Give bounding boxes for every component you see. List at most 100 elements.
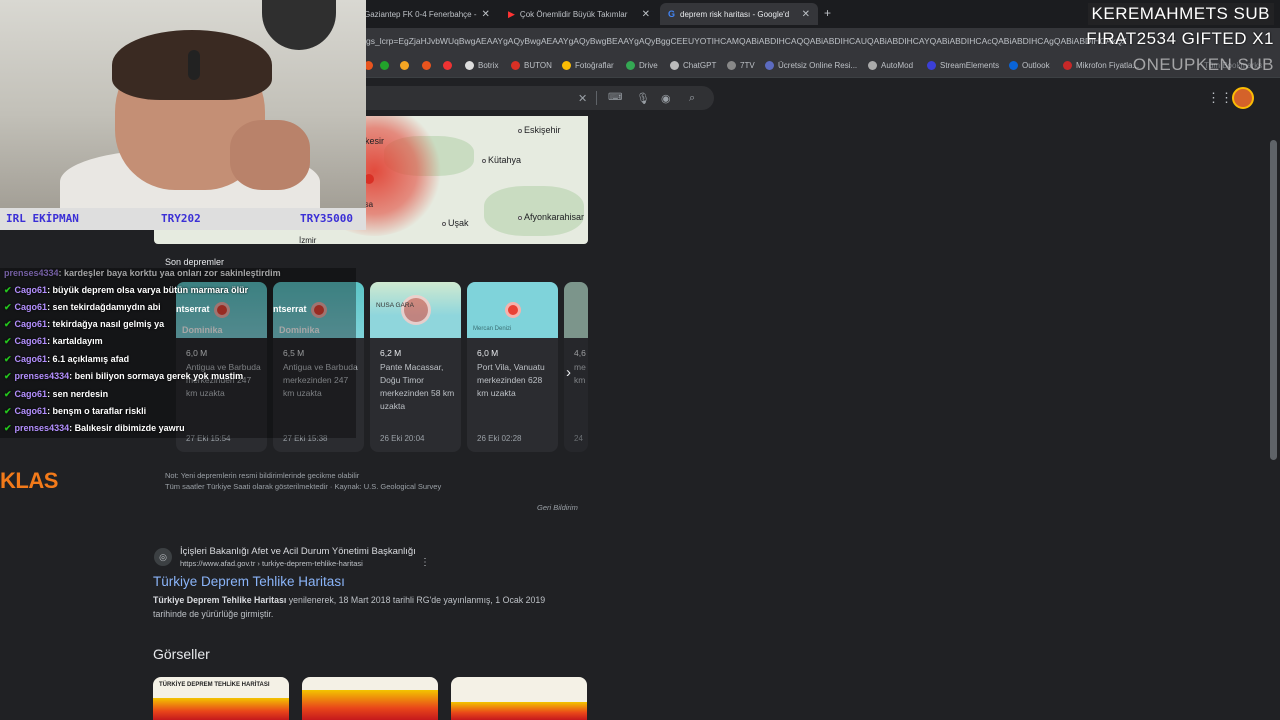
recent-quakes-title: Son depremler	[165, 257, 225, 267]
donation-current: TRY202	[161, 212, 201, 225]
clear-icon[interactable]: ✕	[578, 92, 587, 105]
quake-magnitude: 6,0 M	[477, 348, 499, 358]
keyboard-icon[interactable]: ⌨	[608, 92, 622, 103]
chat-message: ✔ prenses4334: beni biliyon sormaya gerek…	[4, 371, 244, 381]
bookmark-mikrofon[interactable]: Mikrofon Fiyatla...	[1063, 61, 1139, 70]
chat-message: ✔ Cago61: tekirdağya nasıl gelmiş ya	[4, 319, 165, 329]
chat-message: ✔ Cago61: sen tekirdağdamıydın abi	[4, 302, 161, 312]
map-label-fragment: ntserrat	[176, 304, 210, 314]
map-label-fragment: kesir	[365, 136, 385, 146]
sub-alert: KEREMAHMETS SUB	[1087, 3, 1274, 25]
tab-google-search[interactable]: G deprem risk haritası - Google'd ✕	[660, 3, 818, 25]
url-field[interactable]: gs_lcrp=EgZjaHJvbWUqBwgAEAAYgAQyBwgAEAAY…	[366, 36, 1126, 46]
quake-location: Port Vila, Vanuatu merkezinden 628 km uz…	[477, 362, 545, 398]
images-heading: Görseller	[153, 646, 210, 662]
bookmark-fotograflar[interactable]: Fotoğraflar	[562, 61, 614, 70]
quake-source: Tüm saatler Türkiye Saati olarak gösteri…	[165, 482, 442, 491]
quake-location: Pante Macassar, Doğu Timor merkezinden 5…	[380, 362, 455, 411]
site-favicon-icon[interactable]: ◎	[154, 548, 172, 566]
gift-alert: FIRAT2534 GIFTED X1	[1086, 29, 1274, 48]
headphones	[188, 50, 200, 80]
quake-magnitude: 6,2 M	[380, 348, 402, 358]
result-title-link[interactable]: Türkiye Deprem Tehlike Haritası	[153, 574, 345, 589]
tab-label: Gaziantep FK 0-4 Fenerbahçe -	[364, 9, 477, 19]
microphone-icon[interactable]: 🎙	[636, 92, 650, 105]
close-icon[interactable]: ✕	[482, 9, 490, 20]
city-eskisehir: Eskişehir	[518, 125, 561, 135]
sub-alert-faded: ONEUPKEN SUB	[1132, 55, 1274, 74]
divider	[596, 91, 597, 105]
tab-label: deprem risk haritası - Google'd	[680, 9, 790, 19]
donation-goal-label: IRL EKİPMAN	[6, 212, 79, 225]
quake-location: me km	[574, 362, 586, 385]
image-caption: TÜRKİYE DEPREM TEHLİKE HARİTASI	[159, 682, 270, 688]
hazard-band	[451, 702, 587, 720]
bookmark-outlook[interactable]: Outlook	[1009, 61, 1050, 70]
city-usak: Uşak	[442, 218, 469, 228]
bookmark-7tv[interactable]: 7TV	[727, 61, 755, 70]
result-breadcrumb[interactable]: https://www.afad.gov.tr › turkiye-deprem…	[180, 559, 363, 568]
more-options-icon[interactable]: ⋮	[420, 557, 430, 568]
quake-card[interactable]: NUSA GARA 6,2 M Pante Macassar, Doğu Tim…	[370, 282, 461, 452]
image-thumbnail[interactable]	[451, 677, 587, 720]
google-icon: G	[668, 9, 676, 19]
map-label: NUSA GARA	[376, 302, 414, 309]
tab-takimlar[interactable]: ▶ Çok Önemlidir Büyük Takımlar ✕	[500, 3, 658, 25]
city-kutahya: Kütahya	[482, 155, 521, 165]
bookmark-chatgpt[interactable]: ChatGPT	[670, 61, 716, 70]
close-icon[interactable]: ✕	[642, 9, 650, 20]
quake-date: 26 Eki 02:28	[477, 434, 522, 443]
chat-message: ✔ prenses4334: Balıkesir dibimizde yawru	[4, 423, 185, 433]
quake-date: 24	[574, 434, 583, 443]
bookmark-drive[interactable]: Drive	[626, 61, 658, 70]
chat-message: ✔ Cago61: kartaldayım	[4, 336, 103, 346]
bookmark-streamelements[interactable]: StreamElements	[927, 61, 999, 70]
image-thumbnail[interactable]: TÜRKİYE DEPREM TEHLİKE HARİTASI	[153, 677, 289, 720]
streamer-hand	[230, 120, 310, 190]
chat-message: prenses4334: kardeşler baya korktu yaa o…	[4, 268, 281, 278]
bookmark-icon-3[interactable]	[400, 61, 409, 70]
new-tab-button[interactable]: +	[824, 6, 831, 20]
scrollbar[interactable]	[1270, 140, 1277, 460]
bookmark-icon-4[interactable]	[422, 61, 431, 70]
quake-date: 26 Eki 20:04	[380, 434, 425, 443]
chat-message: ✔ Cago61: sen nerdesin	[4, 389, 109, 399]
map-region	[484, 186, 584, 236]
image-thumbnail[interactable]	[302, 677, 438, 720]
tab-gaziantep[interactable]: Gaziantep FK 0-4 Fenerbahçe - ✕	[356, 3, 496, 25]
quake-note: Not: Yeni depremlerin resmi bildirimleri…	[165, 471, 360, 480]
bookmark-buton[interactable]: BUTON	[511, 61, 552, 70]
donation-goal-bar: IRL EKİPMAN TRY202 TRY35000	[0, 208, 366, 230]
result-site-name[interactable]: İçişleri Bakanlığı Afet ve Acil Durum Yö…	[180, 546, 416, 557]
hazard-band	[302, 690, 438, 720]
bookmark-ucretsiz[interactable]: Ücretsiz Online Resi...	[765, 61, 857, 70]
map-label-fragment: ntserrat	[273, 304, 307, 314]
youtube-icon: ▶	[508, 8, 515, 19]
map-label: Mercan Denizi	[473, 326, 512, 332]
bookmark-automod[interactable]: AutoMod	[868, 61, 913, 70]
quake-magnitude: 4,6	[574, 348, 586, 358]
bookmark-botrix[interactable]: Botrix	[465, 61, 498, 70]
lens-icon[interactable]: ◉	[661, 92, 671, 105]
chat-message: ✔ Cago61: 6.1 açıklamış afad	[4, 354, 130, 364]
stream-chat: prenses4334: kardeşler baya korktu yaa o…	[0, 268, 356, 438]
search-icon[interactable]: ⌕	[689, 92, 695, 105]
avatar[interactable]	[1232, 87, 1254, 109]
city-afyonkarahisar: Afyonkarahisar	[518, 212, 584, 222]
chat-message: ✔ Cago61: büyük deprem olsa varya bütün m…	[4, 285, 249, 295]
chevron-right-icon[interactable]: ›	[566, 364, 571, 381]
hazard-band	[153, 698, 289, 720]
bookmark-icon-2[interactable]	[380, 61, 389, 70]
brand-logo: KLAS	[0, 468, 58, 493]
quake-pin-icon	[504, 302, 521, 318]
quake-card[interactable]: Mercan Denizi 6,0 M Port Vila, Vanuatu m…	[467, 282, 558, 452]
bookmark-icon-5[interactable]	[443, 61, 452, 70]
donation-target: TRY35000	[300, 212, 353, 225]
feedback-link[interactable]: Geri Bildirim	[537, 503, 578, 512]
map-label-fragment: İzmir	[299, 236, 317, 244]
close-icon[interactable]: ✕	[802, 9, 810, 20]
webcam-feed	[0, 0, 366, 208]
tab-label: Çok Önemlidir Büyük Takımlar	[519, 9, 628, 19]
chat-message: ✔ Cago61: benşm o taraflar riskli	[4, 406, 147, 416]
result-snippet-line2: tarihinde de yürürlüğe girmiştir.	[153, 609, 274, 619]
